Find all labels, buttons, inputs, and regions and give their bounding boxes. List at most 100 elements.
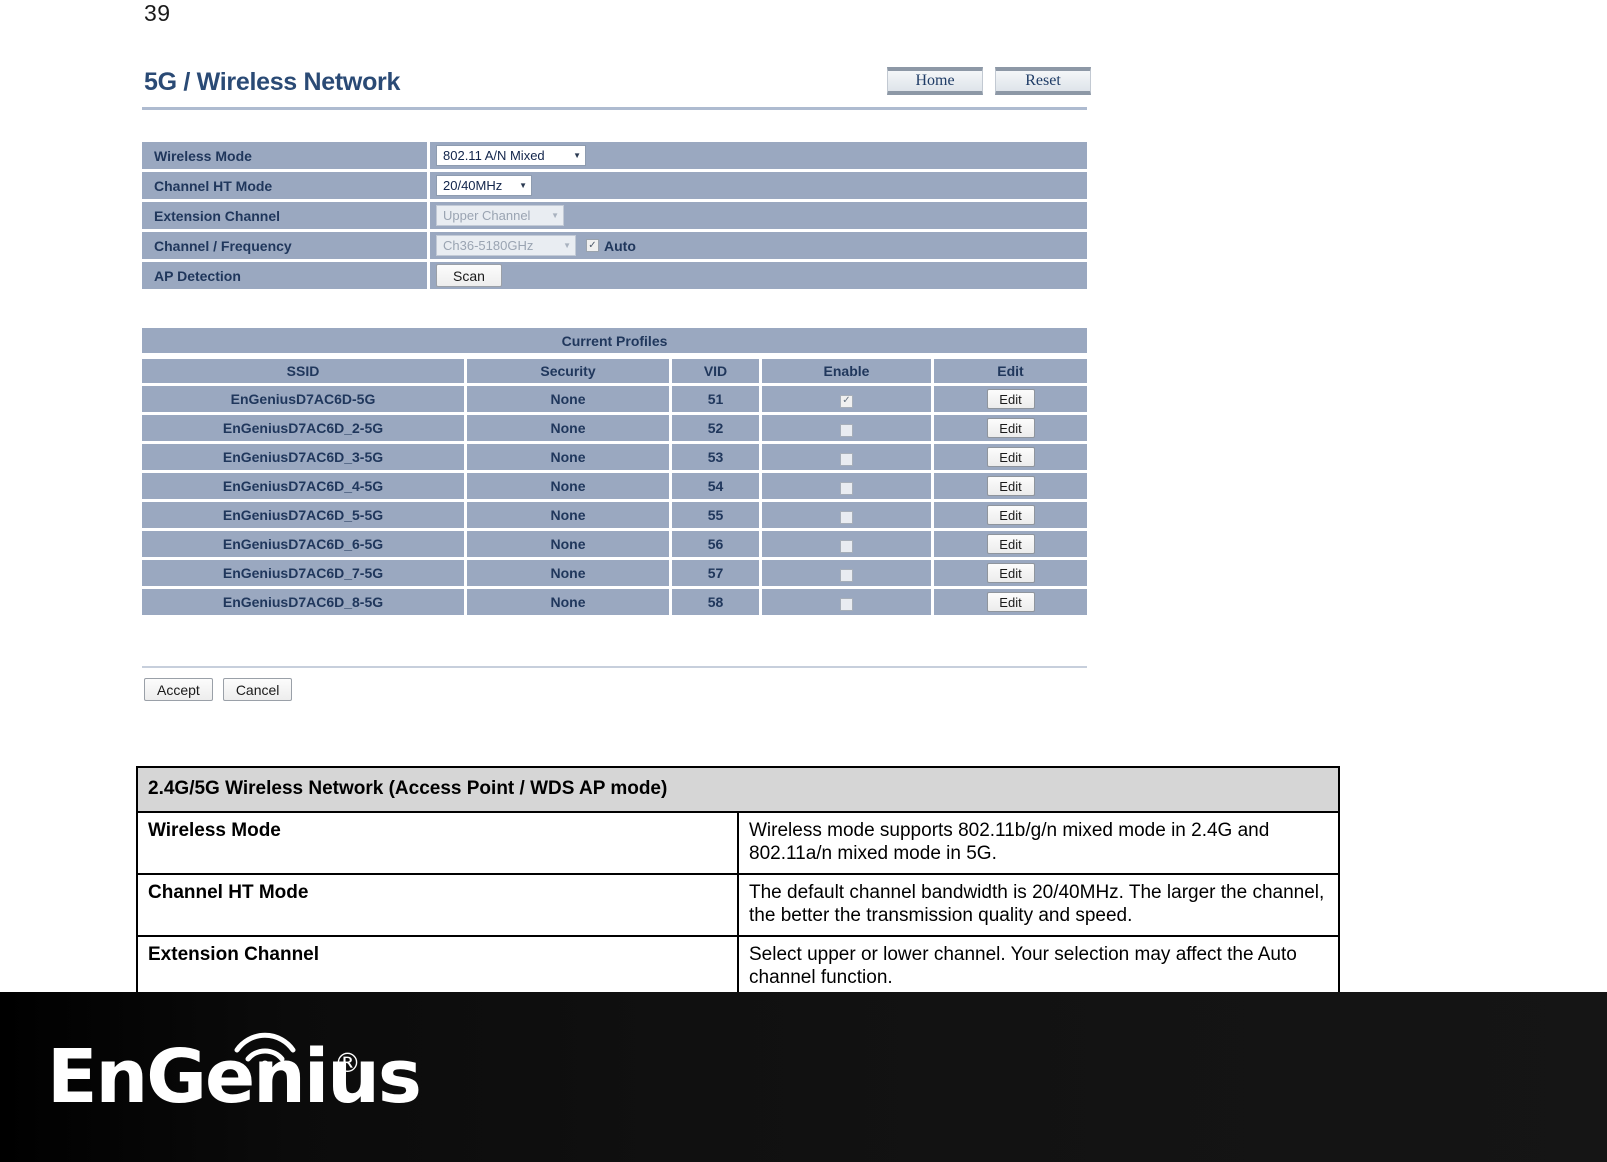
extension-channel-select[interactable]: Upper Channel ▼ — [436, 205, 564, 226]
auto-channel-label: Auto — [604, 237, 636, 254]
description-definition: Select upper or lower channel. Your sele… — [737, 934, 1340, 999]
edit-button[interactable]: Edit — [986, 418, 1035, 438]
header-button-group: Home Reset — [887, 67, 1091, 95]
wireless-settings-form: Wireless Mode 802.11 A/N Mixed ▼ Channel… — [142, 142, 1087, 292]
column-header-enable: Enable — [762, 359, 934, 383]
enable-checkbox[interactable]: ✓ — [840, 452, 853, 466]
table-row: EnGeniusD7AC6D_4-5GNone54 ✓ Edit — [142, 473, 1087, 499]
chevron-down-icon: ▼ — [551, 210, 559, 220]
enable-checkbox[interactable]: ✓ — [840, 568, 853, 582]
description-title-row: 2.4G/5G Wireless Network (Access Point /… — [136, 766, 1340, 813]
enable-checkbox[interactable]: ✓ — [840, 423, 853, 437]
table-row: EnGeniusD7AC6D_5-5GNone55 ✓ Edit — [142, 502, 1087, 528]
profiles-table: SSID Security VID Enable Edit EnGeniusD7… — [142, 356, 1087, 618]
description-definition: The default channel bandwidth is 20/40MH… — [737, 872, 1340, 937]
cell-enable: ✓ — [762, 502, 934, 528]
registered-trademark-icon: ® — [334, 1048, 361, 1079]
table-row: EnGeniusD7AC6D_7-5GNone57 ✓ Edit — [142, 560, 1087, 586]
cell-enable: ✓ — [762, 531, 934, 557]
table-row: EnGeniusD7AC6D_6-5GNone56 ✓ Edit — [142, 531, 1087, 557]
setting-label-ap-detection: AP Detection — [142, 262, 430, 289]
cell-vid: 51 — [672, 386, 762, 412]
cell-ssid: EnGeniusD7AC6D-5G — [142, 386, 467, 412]
cell-ssid: EnGeniusD7AC6D_3-5G — [142, 444, 467, 470]
cell-security: None — [467, 531, 672, 557]
cell-enable: ✓ — [762, 386, 934, 412]
description-term: Wireless Mode — [136, 810, 739, 875]
cell-security: None — [467, 589, 672, 615]
home-button[interactable]: Home — [887, 67, 983, 95]
cell-edit: Edit — [934, 531, 1087, 557]
cancel-button[interactable]: Cancel — [222, 678, 293, 701]
description-table-title: 2.4G/5G Wireless Network (Access Point /… — [136, 766, 1340, 813]
enable-checkbox[interactable]: ✓ — [840, 394, 853, 408]
setting-label-wireless-mode: Wireless Mode — [142, 142, 430, 169]
chevron-down-icon: ▼ — [519, 180, 527, 190]
setting-field-ap-detection: Scan — [430, 262, 1087, 289]
cell-enable: ✓ — [762, 444, 934, 470]
column-header-edit: Edit — [934, 359, 1087, 383]
cell-security: None — [467, 560, 672, 586]
cell-enable: ✓ — [762, 589, 934, 615]
cell-vid: 58 — [672, 589, 762, 615]
engenius-logo: EnGenius ® — [47, 1028, 422, 1128]
edit-button[interactable]: Edit — [986, 505, 1035, 525]
edit-button[interactable]: Edit — [986, 389, 1035, 409]
enable-checkbox[interactable]: ✓ — [840, 510, 853, 524]
column-header-vid: VID — [672, 359, 762, 383]
page-title: 5G / Wireless Network — [144, 68, 401, 96]
header-divider — [142, 107, 1087, 110]
cell-ssid: EnGeniusD7AC6D_8-5G — [142, 589, 467, 615]
profiles-table-body: EnGeniusD7AC6D-5G None 51 ✓ Edit EnGeniusD7AC… — [142, 386, 1087, 615]
wifi-signal-icon — [234, 1032, 296, 1068]
channel-ht-mode-value: 20/40MHz — [443, 178, 503, 193]
description-row: Wireless Mode Wireless mode supports 802.… — [136, 810, 1340, 875]
auto-channel-checkbox[interactable]: ✓ — [586, 239, 599, 252]
setting-row-extension-channel: Extension Channel Upper Channel ▼ — [142, 202, 1087, 229]
enable-checkbox[interactable]: ✓ — [840, 597, 853, 611]
edit-button[interactable]: Edit — [986, 563, 1035, 583]
enable-checkbox[interactable]: ✓ — [840, 481, 853, 495]
cell-edit: Edit — [934, 502, 1087, 528]
setting-label-extension-channel: Extension Channel — [142, 202, 430, 229]
edit-button[interactable]: Edit — [986, 447, 1035, 467]
wireless-mode-select[interactable]: 802.11 A/N Mixed ▼ — [436, 145, 586, 166]
table-header-row: SSID Security VID Enable Edit — [142, 359, 1087, 383]
description-term: Extension Channel — [136, 934, 739, 999]
cell-ssid: EnGeniusD7AC6D_4-5G — [142, 473, 467, 499]
edit-button[interactable]: Edit — [986, 534, 1035, 554]
cell-vid: 57 — [672, 560, 762, 586]
channel-frequency-select[interactable]: Ch36-5180GHz ▼ — [436, 235, 576, 256]
chevron-down-icon: ▼ — [563, 240, 571, 250]
column-header-security: Security — [467, 359, 672, 383]
table-row: EnGeniusD7AC6D_2-5GNone52 ✓ Edit — [142, 415, 1087, 441]
table-row: EnGeniusD7AC6D_3-5GNone53 ✓ Edit — [142, 444, 1087, 470]
cell-security: None — [467, 502, 672, 528]
cell-vid: 56 — [672, 531, 762, 557]
cell-edit: Edit — [934, 589, 1087, 615]
cell-vid: 52 — [672, 415, 762, 441]
auto-channel-checkbox-group[interactable]: ✓ Auto — [586, 238, 636, 254]
router-header: 5G / Wireless Network Home Reset — [134, 58, 1094, 110]
reset-button[interactable]: Reset — [995, 67, 1091, 95]
setting-row-channel-ht-mode: Channel HT Mode 20/40MHz ▼ — [142, 172, 1087, 199]
router-admin-screenshot: 5G / Wireless Network Home Reset Wireles… — [134, 58, 1094, 718]
setting-field-wireless-mode: 802.11 A/N Mixed ▼ — [430, 142, 1087, 169]
description-row: Extension Channel Select upper or lower c… — [136, 934, 1340, 999]
current-profiles-section: Current Profiles SSID Security VID Enabl… — [142, 328, 1087, 618]
scan-button[interactable]: Scan — [436, 264, 502, 287]
setting-field-channel-frequency: Ch36-5180GHz ▼ ✓ Auto — [430, 232, 1087, 259]
footer-divider — [142, 666, 1087, 668]
edit-button[interactable]: Edit — [986, 592, 1035, 612]
edit-button[interactable]: Edit — [986, 476, 1035, 496]
channel-ht-mode-select[interactable]: 20/40MHz ▼ — [436, 175, 532, 196]
cell-ssid: EnGeniusD7AC6D_5-5G — [142, 502, 467, 528]
setting-label-channel-frequency: Channel / Frequency — [142, 232, 430, 259]
cell-edit: Edit — [934, 386, 1087, 412]
setting-field-channel-ht-mode: 20/40MHz ▼ — [430, 172, 1087, 199]
setting-label-channel-ht-mode: Channel HT Mode — [142, 172, 430, 199]
enable-checkbox[interactable]: ✓ — [840, 539, 853, 553]
accept-button[interactable]: Accept — [144, 678, 213, 701]
setting-row-ap-detection: AP Detection Scan — [142, 262, 1087, 289]
table-row: EnGeniusD7AC6D-5G None 51 ✓ Edit — [142, 386, 1087, 412]
